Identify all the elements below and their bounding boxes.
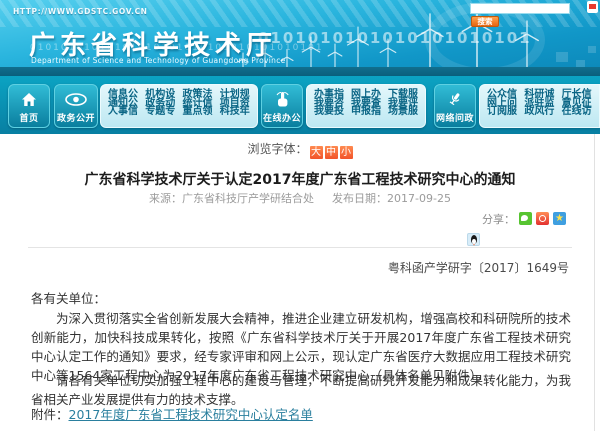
corner-badge-icon[interactable] — [587, 1, 598, 13]
share-label: 分享： — [482, 211, 515, 227]
nav-gov-open-button[interactable]: 政务公开 — [54, 84, 98, 128]
square-decoration — [588, 46, 596, 53]
attachment-row: 附件：2017年度广东省工程技术研究中心认定名单 — [31, 404, 313, 423]
nav-menu-column[interactable]: 科研诚派驻监政风行 — [524, 91, 556, 127]
date-label: 发布日期： — [332, 192, 387, 205]
scrollbar-edge — [594, 134, 595, 431]
nav-menu-column[interactable]: 办事指我要咨我要投 — [314, 91, 346, 127]
home-icon — [9, 87, 49, 111]
microphone-icon — [435, 87, 475, 111]
nav-menu-panel-office: 办事指我要咨我要投 网上办我要查申报指 下载服我要评场景服 — [306, 84, 426, 128]
main-nav: 首页 政务公开 信息公通知公人事信 机构设政务动专题专 政策法统计信重点领 计划… — [0, 76, 600, 134]
article-title: 广东省科学技术厅关于认定2017年度广东省工程技术研究中心的通知 — [0, 169, 600, 189]
square-decoration — [556, 52, 568, 62]
site-subtitle: Department of Science and Technology of … — [31, 56, 286, 65]
share-bar-row2 — [467, 229, 480, 242]
nav-home-label: 首页 — [9, 111, 49, 124]
wechat-share-icon[interactable] — [519, 212, 532, 225]
nav-online-office-button[interactable]: 在线办公 — [261, 84, 303, 128]
search-button[interactable]: 搜索 — [471, 16, 499, 27]
content-divider — [28, 247, 572, 248]
page: 0101010101010101010101 01010101010101010… — [0, 0, 600, 431]
font-size-label: 浏览字体： — [247, 142, 307, 156]
nav-menu-column[interactable]: 政策法统计信重点领 — [183, 91, 215, 127]
attachment-label: 附件： — [31, 407, 69, 422]
header-divider-strip — [0, 67, 600, 76]
nav-gov-open-label: 政务公开 — [55, 111, 97, 124]
source-label: 来源： — [149, 192, 182, 205]
weibo-share-icon[interactable] — [536, 212, 549, 225]
nav-menu-column[interactable]: 计划规项目资科技年 — [220, 91, 252, 127]
site-header: 0101010101010101010101 01010101010101010… — [0, 0, 600, 67]
nav-menu-column[interactable]: 下载服我要评场景服 — [388, 91, 420, 127]
nav-menu-column[interactable]: 机构设政务动专题专 — [145, 91, 177, 127]
source-value: 广东省科技厅产学研结合处 — [182, 192, 314, 205]
nav-feedback-label: 网络问政 — [435, 111, 475, 124]
eye-icon — [55, 87, 97, 111]
nav-online-office-label: 在线办公 — [262, 111, 302, 124]
nav-menu-column[interactable]: 信息公通知公人事信 — [108, 91, 140, 127]
nav-menu-panel-feedback: 公众信网上问订阅服 科研诚派驻监政风行 厅长信意见征在线访 — [479, 84, 600, 128]
date-value: 2017-09-25 — [387, 192, 451, 205]
square-decoration — [576, 60, 585, 67]
nav-menu-column[interactable]: 厅长信意见征在线访 — [562, 91, 594, 127]
qzone-share-icon[interactable] — [553, 212, 566, 225]
attachment-link[interactable]: 2017年度广东省工程技术研究中心认定名单 — [69, 407, 313, 422]
nav-home-button[interactable]: 首页 — [8, 84, 50, 128]
font-size-large-button[interactable]: 大 — [310, 146, 323, 159]
site-url: HTTP://WWW.GDSTC.GOV.CN — [13, 7, 148, 16]
article-meta: 来源：广东省科技厅产学研结合处 发布日期：2017-09-25 — [0, 190, 600, 206]
document-number: 粤科函产学研字〔2017〕1649号 — [388, 259, 569, 276]
nav-feedback-button[interactable]: 网络问政 — [434, 84, 476, 128]
nav-menu-column[interactable]: 公众信网上问订阅服 — [487, 91, 519, 127]
search-input[interactable] — [470, 3, 570, 14]
nav-menu-panel-gov: 信息公通知公人事信 机构设政务动专题专 政策法统计信重点领 计划规项目资科技年 — [100, 84, 258, 128]
qq-share-icon[interactable] — [467, 233, 480, 246]
hand-cursor-icon — [262, 87, 302, 111]
share-bar: 分享： — [482, 211, 566, 226]
salutation: 各有关单位： — [31, 288, 106, 307]
font-size-toolbar: 浏览字体：大中小 — [0, 140, 600, 159]
font-size-medium-button[interactable]: 中 — [325, 146, 338, 159]
nav-menu-column[interactable]: 网上办我要查申报指 — [351, 91, 383, 127]
font-size-small-button[interactable]: 小 — [340, 146, 353, 159]
